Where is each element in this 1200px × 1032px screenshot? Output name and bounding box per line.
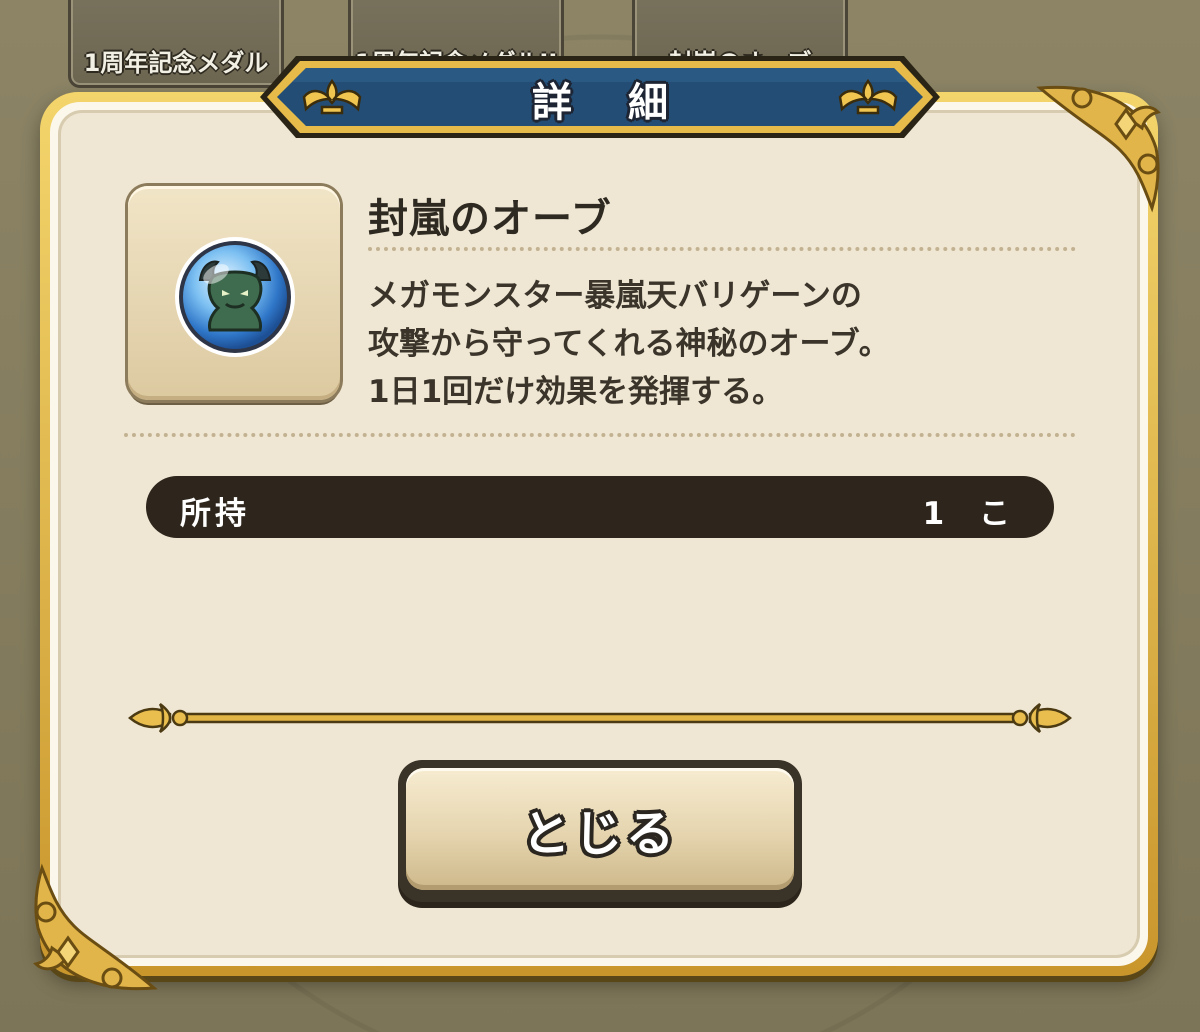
background-item-tile[interactable]: 1周年記念メダル [68, 0, 284, 88]
description-line: 攻撃から守ってくれる神秘のオーブ。 [368, 326, 890, 362]
dialog-title-banner: 詳細 [256, 48, 944, 146]
owned-count: 1 こ [922, 496, 1022, 532]
close-button[interactable]: とじる [398, 760, 802, 902]
corner-ornament-icon [1036, 85, 1161, 213]
dialog-title: 詳細 [532, 80, 724, 126]
owned-label: 所持 [180, 496, 250, 532]
item-name: 封嵐のオーブ [368, 196, 612, 242]
corner-ornament-icon [33, 863, 158, 991]
description-line: メガモンスター暴嵐天バリゲーンの [368, 278, 862, 314]
demon-orb-icon [175, 237, 295, 357]
dotted-divider [124, 433, 1076, 437]
dotted-divider [368, 247, 1076, 251]
item-description: メガモンスター暴嵐天バリゲーンの 攻撃から守ってくれる神秘のオーブ。 1日1回だ… [368, 272, 1068, 416]
item-icon-frame [128, 186, 340, 400]
description-line: 1日1回だけ効果を発揮する。 [368, 374, 784, 410]
owned-count-bar: 所持 1 こ [146, 476, 1054, 538]
close-button-label: とじる [521, 806, 678, 862]
close-button-face[interactable]: とじる [406, 768, 794, 890]
tile-label: 1周年記念メダル [83, 49, 269, 77]
ornamental-divider [128, 703, 1072, 733]
